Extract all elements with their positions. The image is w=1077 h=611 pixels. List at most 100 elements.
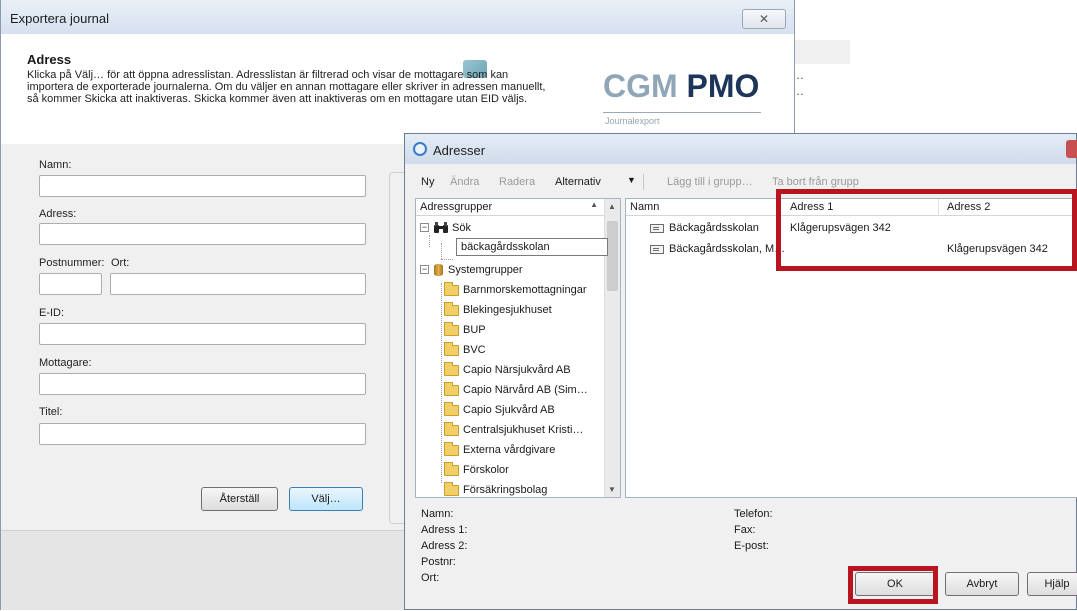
tree-line bbox=[441, 283, 442, 483]
tree-node-group[interactable]: BUP bbox=[444, 321, 486, 339]
tree-node-group[interactable]: Barnmorskemottagningar bbox=[444, 281, 587, 299]
logo-subtitle: Journalexport bbox=[605, 116, 660, 126]
close-button[interactable] bbox=[1066, 140, 1077, 158]
recipient-field[interactable] bbox=[39, 373, 366, 395]
background-strip bbox=[790, 40, 850, 64]
tree-node-label: Capio Närvård AB (Sim… bbox=[463, 384, 588, 396]
help-button[interactable]: Hjälp bbox=[1027, 572, 1077, 596]
title-field[interactable] bbox=[39, 423, 366, 445]
edit-button[interactable]: Ändra bbox=[450, 176, 479, 188]
detail-address2-label: Adress 2: bbox=[421, 540, 468, 552]
logo-pmo: PMO bbox=[686, 68, 760, 104]
tree-line bbox=[441, 243, 442, 259]
scroll-down-icon[interactable]: ▼ bbox=[608, 485, 616, 494]
folder-icon bbox=[444, 481, 459, 496]
tree-node-label: Capio Närsjukvård AB bbox=[463, 364, 571, 376]
sort-up-icon: ▲ bbox=[590, 200, 598, 209]
logo-cgm: CGM bbox=[603, 68, 678, 104]
tree-node-label: BUP bbox=[463, 324, 486, 336]
eid-field[interactable] bbox=[39, 323, 366, 345]
tree-node-label: Externa vårdgivare bbox=[463, 444, 556, 456]
cgm-pmo-logo: CGM PMO bbox=[603, 68, 759, 105]
tree-node-group[interactable]: Förskolor bbox=[444, 461, 509, 479]
folder-icon bbox=[444, 321, 459, 336]
tree-node-group[interactable]: Externa vårdgivare bbox=[444, 441, 555, 459]
collapse-icon[interactable]: − bbox=[420, 223, 429, 232]
remove-from-group-button[interactable]: Ta bort från grupp bbox=[772, 176, 859, 188]
address-groups-tree[interactable]: Adressgrupper ▲ ▲ ▼ − Sök bäckagårdsskol… bbox=[415, 198, 621, 498]
choose-button[interactable]: Välj… bbox=[289, 487, 363, 511]
add-to-group-button[interactable]: Lägg till i grupp… bbox=[667, 176, 753, 188]
detail-address1-label: Adress 1: bbox=[421, 524, 468, 536]
address-field[interactable] bbox=[39, 223, 366, 245]
dialog-title-bar: Adresser bbox=[405, 134, 1077, 164]
name-label: Namn: bbox=[39, 159, 72, 171]
tree-node-label: Capio Sjukvård AB bbox=[463, 404, 555, 416]
title-bar: Exportera journal ✕ bbox=[1, 0, 794, 34]
new-button[interactable]: Ny bbox=[421, 176, 434, 188]
tree-node-label: Förskolor bbox=[463, 464, 509, 476]
tree-node-label: Blekingesjukhuset bbox=[463, 304, 552, 316]
folder-icon bbox=[444, 381, 459, 396]
toolbar-separator bbox=[643, 174, 644, 190]
close-icon: ✕ bbox=[758, 12, 770, 26]
dropdown-arrow-icon[interactable]: ▼ bbox=[627, 175, 636, 185]
section-heading: Adress bbox=[27, 52, 72, 67]
folder-icon bbox=[444, 301, 459, 316]
list-row[interactable]: Bäckagårdsskolan bbox=[650, 222, 759, 234]
collapse-icon[interactable]: − bbox=[420, 265, 429, 274]
database-icon bbox=[434, 264, 443, 277]
contact-card-icon bbox=[650, 223, 664, 233]
city-label: Ort: bbox=[111, 257, 130, 269]
row-name: Bäckagårdsskolan bbox=[669, 222, 759, 234]
detail-city-label: Ort: bbox=[421, 572, 440, 584]
folder-icon bbox=[444, 401, 459, 416]
tree-node-group[interactable]: Capio Närvård AB (Sim… bbox=[444, 381, 588, 399]
tree-header[interactable]: Adressgrupper ▲ bbox=[416, 199, 620, 216]
tree-line bbox=[441, 259, 453, 260]
reset-button[interactable]: Återställ bbox=[201, 487, 278, 511]
eid-label: E-ID: bbox=[39, 307, 65, 319]
tree-node-group[interactable]: Capio Närsjukvård AB bbox=[444, 361, 571, 379]
cancel-button[interactable]: Avbryt bbox=[945, 572, 1019, 596]
section-description: Klicka på Välj… för att öppna adresslist… bbox=[27, 69, 546, 105]
tree-node-group[interactable]: Centralsjukhuset Kristi… bbox=[444, 421, 583, 439]
search-node-edit[interactable]: bäckagårdsskolan bbox=[456, 238, 608, 256]
column-header-name[interactable]: Namn bbox=[630, 201, 659, 213]
tree-line bbox=[429, 235, 430, 247]
folder-icon bbox=[444, 441, 459, 456]
scrollbar-thumb[interactable] bbox=[607, 221, 618, 291]
detail-phone-label: Telefon: bbox=[734, 508, 773, 520]
window-title: Exportera journal bbox=[10, 11, 109, 26]
name-field[interactable] bbox=[39, 175, 366, 197]
tree-node-label: Systemgrupper bbox=[448, 264, 523, 276]
detail-email-label: E-post: bbox=[734, 540, 769, 552]
app-icon bbox=[413, 142, 427, 156]
details-panel: Namn: Adress 1: Adress 2: Postnr: Ort: T… bbox=[405, 504, 1077, 611]
tree-node-group[interactable]: Capio Sjukvård AB bbox=[444, 401, 555, 419]
tree-header-label: Adressgrupper bbox=[420, 201, 493, 213]
tree-node-label: Sök bbox=[452, 222, 471, 234]
tree-node-group[interactable]: Försäkringsbolag bbox=[444, 481, 547, 497]
contact-card-icon bbox=[650, 244, 664, 254]
header-panel: Adress Klicka på Välj… för att öppna adr… bbox=[1, 34, 794, 144]
row-name: Bäckagårdsskolan, M… bbox=[669, 243, 786, 255]
list-row[interactable]: Bäckagårdsskolan, M… bbox=[650, 243, 785, 255]
city-field[interactable] bbox=[110, 273, 366, 295]
postal-code-field[interactable] bbox=[39, 273, 102, 295]
detail-postal-label: Postnr: bbox=[421, 556, 456, 568]
tree-node-label: Centralsjukhuset Kristi… bbox=[463, 424, 584, 436]
tree-node-group[interactable]: Blekingesjukhuset bbox=[444, 301, 552, 319]
tree-node-label: Barnmorskemottagningar bbox=[463, 284, 587, 296]
folder-icon bbox=[444, 421, 459, 436]
options-menu[interactable]: Alternativ bbox=[555, 176, 601, 188]
close-button[interactable]: ✕ bbox=[742, 9, 786, 29]
scroll-up-icon[interactable]: ▲ bbox=[608, 202, 616, 211]
title-label: Titel: bbox=[39, 406, 63, 418]
folder-icon bbox=[444, 341, 459, 356]
postal-label: Postnummer: bbox=[39, 257, 105, 269]
delete-button[interactable]: Radera bbox=[499, 176, 535, 188]
address-label: Adress: bbox=[39, 208, 77, 220]
highlight-box-ok bbox=[848, 566, 938, 604]
tree-node-group[interactable]: BVC bbox=[444, 341, 486, 359]
